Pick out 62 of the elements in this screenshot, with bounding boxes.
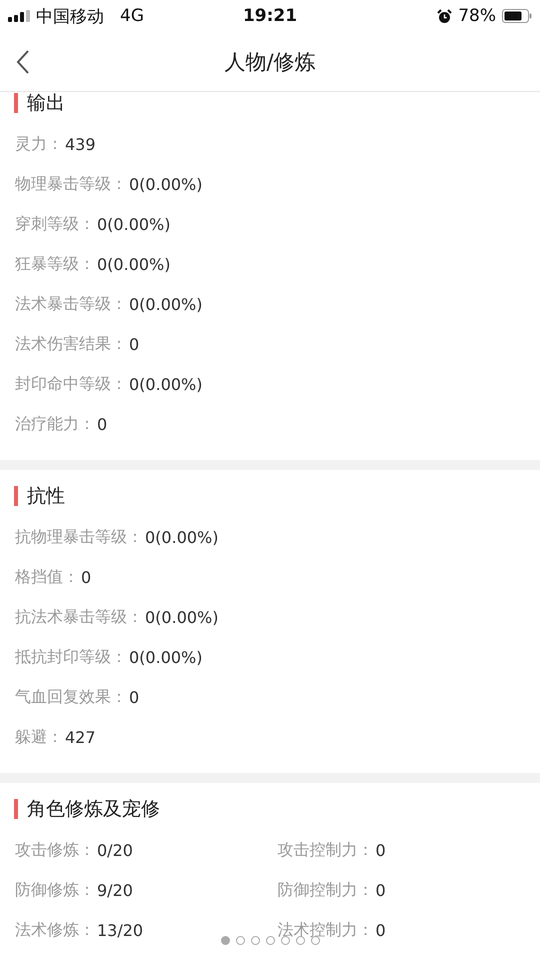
page-dot[interactable] <box>310 936 320 945</box>
stat-label: 格挡值： <box>15 566 79 588</box>
clock-time: 19:21 <box>242 6 298 26</box>
signal-icon <box>8 10 30 22</box>
stat-value: 0 <box>129 688 140 706</box>
alarm-clock-icon <box>437 8 452 24</box>
stat-value: 0(0.00%) <box>97 254 170 274</box>
stat-label: 攻击控制力： <box>278 840 374 860</box>
stat-label: 气血回复效果： <box>15 686 127 708</box>
stat-value: 0(0.00%) <box>97 214 170 234</box>
stat-value: 0 <box>129 334 140 354</box>
section-title: 输出 <box>27 91 65 116</box>
stat-value: 0 <box>81 568 92 586</box>
chevron-left-icon <box>16 49 30 75</box>
stat-value: 0(0.00%) <box>145 608 218 626</box>
stat-value: 0 <box>376 920 386 940</box>
page-dot[interactable] <box>280 936 290 945</box>
stat-value: 13/20 <box>97 920 144 940</box>
stat-label: 治疗能力： <box>15 414 95 434</box>
stat-label: 灵力： <box>15 134 63 154</box>
stat-label: 法术暴击等级： <box>15 294 127 314</box>
stat-value: 427 <box>65 728 96 746</box>
stat-label: 法术控制力： <box>278 920 374 940</box>
section-title: 角色修炼及宠修 <box>27 797 160 822</box>
stat-label: 抗物理暴击等级： <box>15 526 143 548</box>
stat-label: 攻击修炼： <box>15 840 95 860</box>
stat-value: 0(0.00%) <box>145 528 218 546</box>
stat-label: 狂暴等级： <box>15 254 95 274</box>
stat-label: 防御控制力： <box>278 880 374 900</box>
stat-label: 抗法术暴击等级： <box>15 606 143 628</box>
accent-bar <box>14 799 18 819</box>
stat-value: 0(0.00%) <box>129 174 202 194</box>
accent-bar <box>14 486 18 506</box>
page-dot[interactable] <box>220 936 230 945</box>
stat-value: 0(0.00%) <box>129 374 202 394</box>
page-dot[interactable] <box>250 936 260 945</box>
stat-label: 法术伤害结果： <box>15 334 127 354</box>
page-dot[interactable] <box>266 936 274 945</box>
stat-value: 0/20 <box>97 840 133 860</box>
page-dot[interactable] <box>236 936 244 945</box>
page-title: 人物/修炼 <box>224 48 316 76</box>
stat-label: 躲避： <box>15 726 63 748</box>
stat-value: 439 <box>65 134 96 154</box>
stat-value: 0(0.00%) <box>129 294 202 314</box>
stat-value: 0 <box>376 880 386 900</box>
network-type: 4G <box>120 6 144 26</box>
battery-icon <box>502 9 532 23</box>
stat-value: 0 <box>376 840 386 860</box>
section-title: 抗性 <box>27 484 65 509</box>
stat-label: 防御修炼： <box>15 880 95 900</box>
carrier-name: 中国移动 <box>36 6 104 28</box>
stat-value: 0 <box>97 414 108 434</box>
stat-value: 0(0.00%) <box>129 648 202 666</box>
battery-percent: 78% <box>458 6 496 26</box>
stat-label: 封印命中等级： <box>15 374 127 394</box>
stat-value: 9/20 <box>97 880 133 900</box>
stat-label: 法术修炼： <box>15 920 95 940</box>
page-dot[interactable] <box>296 936 304 945</box>
stat-label: 穿刺等级： <box>15 214 95 234</box>
accent-bar <box>14 93 18 113</box>
stat-label: 抵抗封印等级： <box>15 646 127 668</box>
stat-label: 物理暴击等级： <box>15 174 127 194</box>
